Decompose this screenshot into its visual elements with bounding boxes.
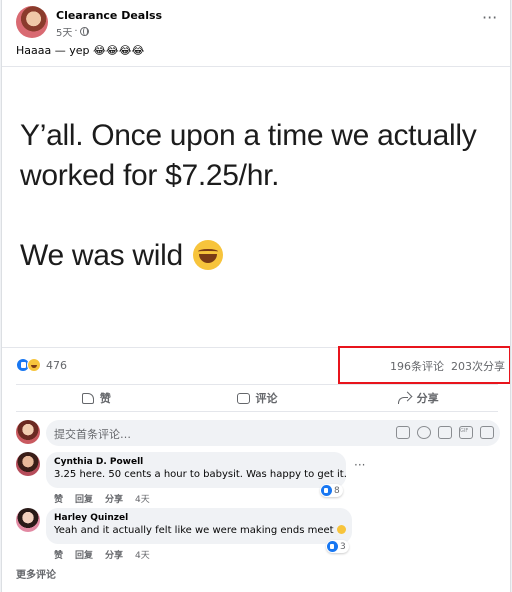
commenter-name[interactable]: Cynthia D. Powell <box>54 457 338 467</box>
comment-text: 3.25 here. 50 cents a hour to babysit. W… <box>54 469 347 480</box>
post-caption: Haaaa — yep 😂😂😂😂 <box>16 44 145 57</box>
comment-reactions[interactable]: 8 <box>320 484 343 497</box>
current-user-avatar[interactable] <box>16 420 40 444</box>
thumbs-up-icon <box>81 392 94 404</box>
post-header: Clearance Dealss 5天 · ··· <box>16 6 497 40</box>
author-name[interactable]: Clearance Dealss <box>56 9 162 22</box>
share-icon <box>397 392 411 405</box>
image-text-line-2: worked for $7.25/hr. <box>20 159 280 192</box>
laughing-emoji-icon <box>192 240 223 270</box>
image-text-line-1: Y’all. Once upon a time we actually <box>20 119 477 152</box>
post-action-bar: 赞 评论 分享 <box>16 384 498 412</box>
reaction-count: 476 <box>46 358 67 372</box>
comment-options-icon[interactable]: ··· <box>354 459 365 471</box>
share-count[interactable]: 203次分享 <box>451 358 505 374</box>
comment-like-button[interactable]: 赞 <box>54 548 63 561</box>
post-image[interactable]: Y’all. Once upon a time we actually work… <box>2 66 510 348</box>
comment-bubble: Harley Quinzel Yeah and it actually felt… <box>46 508 352 544</box>
author-avatar[interactable] <box>16 6 48 38</box>
comment-text: Yeah and it actually felt like we were m… <box>54 525 346 536</box>
comment-icon <box>236 392 250 404</box>
comment-actions: 赞 回复 分享 4天 <box>54 548 150 561</box>
like-button[interactable]: 赞 <box>16 385 177 411</box>
share-button[interactable]: 分享 <box>337 385 498 411</box>
commenter-avatar[interactable] <box>16 508 40 532</box>
post-time[interactable]: 5天 <box>56 24 72 39</box>
comment-time[interactable]: 4天 <box>135 492 150 505</box>
reaction-summary[interactable]: 476 <box>16 356 67 374</box>
avatar-sticker-icon[interactable] <box>396 426 410 439</box>
commenter-avatar[interactable] <box>16 452 40 476</box>
like-reaction-icon <box>321 485 332 496</box>
sweat-smile-emoji-icon <box>336 525 346 534</box>
composer-tools <box>396 426 494 439</box>
comment-share-button[interactable]: 分享 <box>105 492 123 505</box>
comment-button[interactable]: 评论 <box>177 385 338 411</box>
globe-icon <box>79 27 89 36</box>
haha-reaction-icon <box>27 358 41 372</box>
comment-reply-button[interactable]: 回复 <box>75 548 93 561</box>
stats-highlight-box: 196条评论 203次分享 <box>338 346 510 384</box>
more-options-icon[interactable]: ··· <box>482 10 497 26</box>
commenter-name[interactable]: Harley Quinzel <box>54 513 344 523</box>
gif-icon[interactable] <box>459 426 473 439</box>
like-reaction-icon <box>327 541 338 552</box>
comment-input-placeholder: 提交首条评论… <box>54 428 131 441</box>
comment-like-button[interactable]: 赞 <box>54 492 63 505</box>
comment-actions: 赞 回复 分享 4天 <box>54 492 150 505</box>
comment-reply-button[interactable]: 回复 <box>75 492 93 505</box>
more-comments-link[interactable]: 更多评论 <box>16 566 56 581</box>
comment-count[interactable]: 196条评论 <box>390 358 444 374</box>
emoji-icon[interactable] <box>417 426 431 439</box>
comment-share-button[interactable]: 分享 <box>105 548 123 561</box>
post-card: Clearance Dealss 5天 · ··· Haaaa — yep 😂😂… <box>1 0 511 592</box>
camera-icon[interactable] <box>438 426 452 439</box>
sticker-icon[interactable] <box>480 426 494 439</box>
post-meta: 5天 · <box>56 24 89 39</box>
image-text-line-3: We was wild <box>20 239 223 273</box>
comment-bubble: Cynthia D. Powell 3.25 here. 50 cents a … <box>46 452 347 488</box>
comment-reactions[interactable]: 3 <box>326 540 349 553</box>
comment-time[interactable]: 4天 <box>135 548 150 561</box>
comment-input[interactable]: 提交首条评论… <box>46 420 500 446</box>
